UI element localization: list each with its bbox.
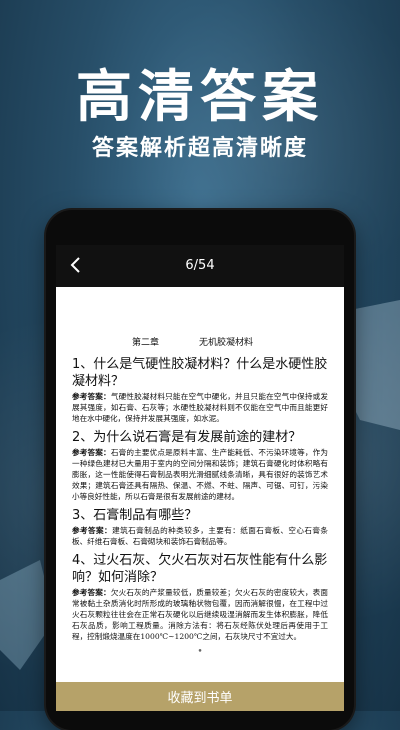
answer-label: 参考答案： xyxy=(72,392,111,401)
add-to-booklist-label: 收藏到书单 xyxy=(167,691,233,706)
chapter-title: 无机胶凝材料 xyxy=(199,338,254,348)
reader-screen: 6/54 第二章 无机胶凝材料 1、什么是气硬性胶凝材料？什么是水硬性胶凝材料？… xyxy=(56,245,344,711)
answer-text: 气硬性胶凝材料只能在空气中硬化，并且只能在空气中保持或发展其强度，如石膏、石灰等… xyxy=(72,392,329,423)
chapter-heading: 第二章 无机胶凝材料 xyxy=(132,335,328,348)
promo-headline: 高清答案 xyxy=(76,65,324,130)
answer-1: 参考答案：气硬性胶凝材料只能在空气中硬化，并且只能在空气中保持或发展其强度，如石… xyxy=(72,391,328,424)
question-4: 4、过火石灰、欠火石灰对石灰性能有什么影响？如何消除？ xyxy=(72,553,328,585)
answer-text: 欠火石灰的产浆量较低，质量较差；欠火石灰的密度较大，表面常被黏土杂质消化时所形成… xyxy=(72,588,329,641)
page-dot: • xyxy=(197,647,203,657)
question-1: 1、什么是气硬性胶凝材料？什么是水硬性胶凝材料？ xyxy=(72,357,328,389)
page-indicator: 6/54 xyxy=(185,258,215,273)
answer-text: 石膏的主要优点是原料丰富、生产能耗低、不污染环境等，作为一种绿色建材已大量用于室… xyxy=(72,448,329,501)
answer-3: 参考答案：建筑石膏制品的种类较多，主要有：纸面石膏板、空心石膏条板、纤维石膏板、… xyxy=(72,525,328,547)
answer-label: 参考答案： xyxy=(72,448,111,457)
chapter-number: 第二章 xyxy=(132,338,160,348)
answer-2: 参考答案：石膏的主要优点是原料丰富、生产能耗低、不污染环境等，作为一种绿色建材已… xyxy=(72,447,328,502)
promo-subheadline: 答案解析超高清晰度 xyxy=(91,136,308,161)
answer-label: 参考答案： xyxy=(72,526,113,535)
answer-4: 参考答案：欠火石灰的产浆量较低，质量较差；欠火石灰的密度较大，表面常被黏土杂质消… xyxy=(72,587,328,642)
add-to-booklist-button[interactable]: 收藏到书单 xyxy=(56,682,344,711)
document-content[interactable]: 第二章 无机胶凝材料 1、什么是气硬性胶凝材料？什么是水硬性胶凝材料？ 参考答案… xyxy=(72,335,328,657)
question-3: 3、石膏制品有哪些？ xyxy=(72,508,198,523)
answer-label: 参考答案： xyxy=(72,588,111,597)
question-2: 2、为什么说石膏是有发展前途的建材？ xyxy=(72,430,302,445)
reader-topbar: 6/54 xyxy=(56,245,344,287)
